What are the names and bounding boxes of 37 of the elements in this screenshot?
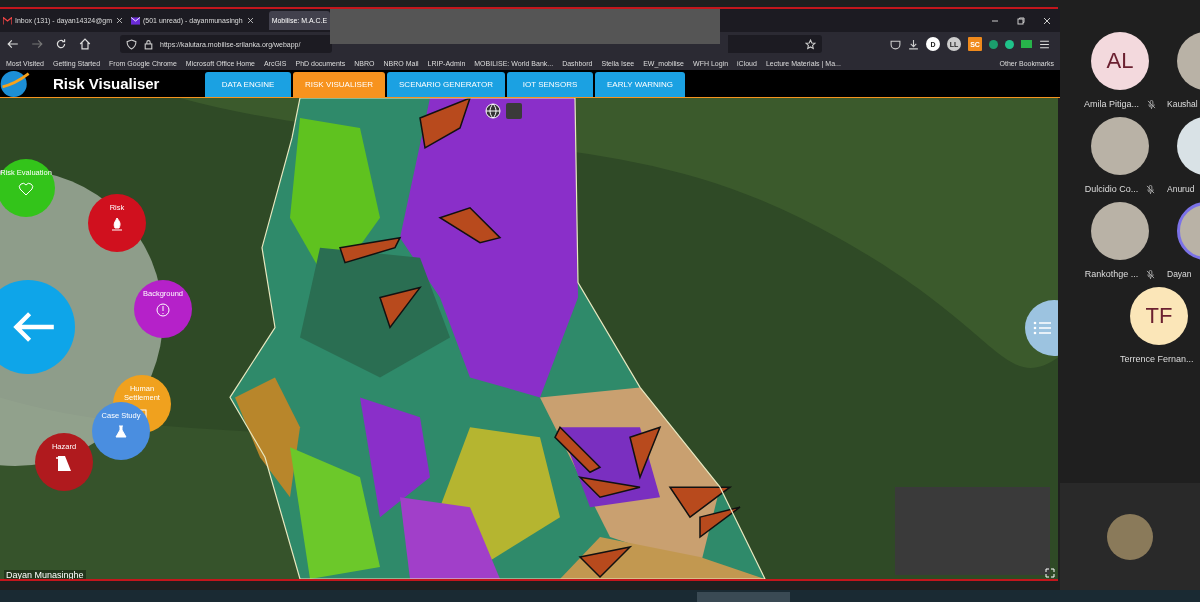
heart-pulse-icon [18,181,34,197]
flask-icon [113,424,129,440]
participant-name: Kaushal [1167,99,1198,109]
restore-icon[interactable] [1017,16,1025,25]
forward-icon[interactable] [31,38,43,50]
home-icon[interactable] [79,38,91,50]
close-icon[interactable] [247,18,253,23]
participant-name: Terrence Fernan... [1120,354,1194,364]
list-icon [1033,320,1053,336]
participant-name: Dayan [1167,269,1192,279]
back-icon[interactable] [7,38,19,50]
avatar: AL [1091,32,1149,90]
arrow-left-icon [12,310,56,344]
expand-icon[interactable] [1045,568,1055,578]
envelope-icon [131,16,140,25]
star-icon [805,38,816,50]
menu-icon[interactable] [1039,38,1050,50]
bookmark-star-button[interactable] [728,35,822,53]
app-title: Risk Visualiser [53,75,161,92]
flame-icon [109,216,125,232]
mail-icon [3,16,12,25]
exclamation-icon [155,302,171,318]
close-icon[interactable] [117,18,122,23]
landslide-icon [56,455,72,471]
reload-icon[interactable] [55,38,67,50]
participant-name: Dulcidio Co... [1084,184,1139,194]
download-icon[interactable] [908,38,919,50]
shield-icon [126,38,137,50]
pocket-icon[interactable] [890,38,901,50]
avatar: TF [1130,287,1188,345]
participant-name: Anurud [1167,184,1195,194]
participant-name: Rankothge ... [1084,269,1139,279]
avatar-photo-placeholder [1107,513,1153,560]
close-icon[interactable] [1043,16,1051,25]
globe-icon[interactable] [485,103,501,119]
participant-name: Amila Pitiga... [1084,99,1139,109]
lock-icon [143,38,154,50]
